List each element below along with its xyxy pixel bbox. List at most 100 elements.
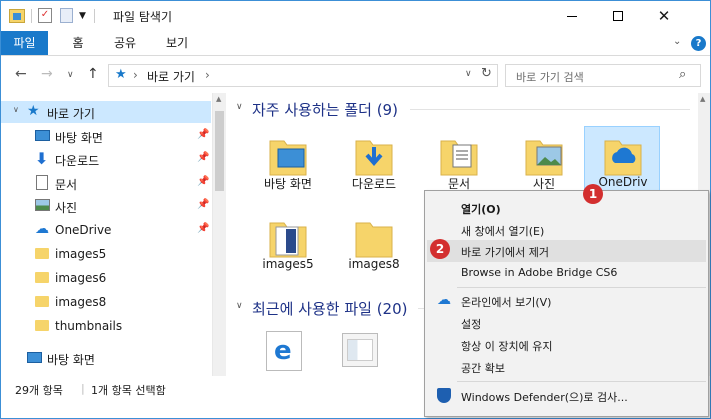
folder-tile-images8[interactable]: images8 xyxy=(336,209,412,291)
menu-item-remove-from-quick-access[interactable]: 바로 가기에서 제거 xyxy=(427,240,706,262)
folder-tile-images5[interactable]: images5 xyxy=(250,209,326,291)
nav-item-images8[interactable]: images8 xyxy=(1,291,211,313)
forward-arrow-icon[interactable]: → xyxy=(41,66,53,82)
address-bar[interactable]: ★ › 바로 가기 › ∨ ↻ xyxy=(108,64,498,87)
onedrive-icon: ☁ xyxy=(35,221,49,237)
folder-caption: images5 xyxy=(262,257,314,271)
recent-locations-icon[interactable]: ∨ xyxy=(67,70,74,80)
nav-item-thumbnails[interactable]: thumbnails xyxy=(1,315,211,337)
folder-caption: 다운로드 xyxy=(351,177,397,191)
close-button[interactable]: ✕ xyxy=(641,1,687,31)
desktop-icon xyxy=(27,352,42,363)
group-collapse-icon[interactable]: ∨ xyxy=(236,102,243,112)
desktop-folder-icon xyxy=(269,140,307,176)
menu-item-label: 열기(O) xyxy=(461,203,501,216)
nav-item-onedrive[interactable]: ☁ OneDrive 📌 xyxy=(1,219,211,241)
nav-item-documents[interactable]: 문서 📌 xyxy=(1,172,211,194)
minimize-button[interactable] xyxy=(549,1,595,31)
folder-tile-downloads[interactable]: 다운로드 xyxy=(336,127,412,209)
properties-icon[interactable]: ✓ xyxy=(38,8,52,23)
selection-count: 1개 항목 선택함 xyxy=(91,384,166,397)
collapse-chevron-icon[interactable]: ∨ xyxy=(13,105,19,114)
star-icon: ★ xyxy=(27,103,40,119)
help-icon[interactable]: ? xyxy=(691,36,706,51)
recent-file-screenshot[interactable] xyxy=(342,333,378,367)
navigation-pane: ∨ ★ 바로 가기 바탕 화면 📌 ⬇ 다운로드 📌 문서 📌 사진 📌 ☁ O… xyxy=(1,93,227,376)
tab-share[interactable]: 공유 xyxy=(107,31,143,55)
new-folder-icon[interactable] xyxy=(60,8,73,23)
nav-item-desktop[interactable]: 바탕 화면 📌 xyxy=(1,125,211,147)
breadcrumb-separator-icon: › xyxy=(133,68,138,82)
group-divider xyxy=(410,109,690,110)
window-title: 파일 탐색기 xyxy=(113,10,173,24)
refresh-icon[interactable]: ↻ xyxy=(481,66,492,81)
breadcrumb-chevron-icon[interactable]: › xyxy=(205,68,210,82)
folder-icon xyxy=(35,248,49,259)
nav-item-label: 문서 xyxy=(55,178,78,192)
menu-separator xyxy=(457,287,706,288)
recent-files-heading[interactable]: 최근에 사용한 파일 (20) xyxy=(252,298,408,319)
back-arrow-icon[interactable]: ← xyxy=(15,66,27,82)
tab-home[interactable]: 홈 xyxy=(63,31,93,55)
folder-icon xyxy=(35,296,49,307)
status-divider: | xyxy=(81,382,85,395)
menu-item-label: 공간 확보 xyxy=(461,362,505,375)
up-arrow-icon[interactable]: ↑ xyxy=(87,66,99,82)
menu-item-always-keep[interactable]: 항상 이 장치에 유지 xyxy=(427,334,706,356)
nav-item-downloads[interactable]: ⬇ 다운로드 📌 xyxy=(1,148,211,170)
nav-item-images5[interactable]: images5 xyxy=(1,243,211,265)
search-input[interactable]: 바로 가기 검색 ⌕ xyxy=(505,64,701,87)
minimize-icon xyxy=(567,15,577,17)
scroll-up-icon[interactable]: ▲ xyxy=(216,95,221,103)
scroll-up-icon[interactable]: ▲ xyxy=(700,95,705,103)
menu-item-settings[interactable]: 설정 xyxy=(427,312,706,334)
menu-item-adobe-bridge[interactable]: Browse in Adobe Bridge CS6 xyxy=(427,262,706,284)
breadcrumb-item[interactable]: 바로 가기 xyxy=(147,68,195,85)
group-collapse-icon[interactable]: ∨ xyxy=(236,301,243,311)
images8-folder-icon xyxy=(355,222,393,258)
menu-item-free-up-space[interactable]: 공간 확보 xyxy=(427,356,706,378)
pictures-folder-icon xyxy=(525,140,563,176)
maximize-icon xyxy=(613,11,623,21)
nav-item-label: images5 xyxy=(55,247,107,261)
menu-item-label: 새 창에서 열기(E) xyxy=(461,225,545,238)
tab-view[interactable]: 보기 xyxy=(159,31,195,55)
star-icon: ★ xyxy=(115,67,127,82)
nav-item-images6[interactable]: images6 xyxy=(1,267,211,289)
onedrive-folder-icon xyxy=(604,140,642,176)
nav-item-label: images6 xyxy=(55,271,107,285)
context-menu: 열기(O) 새 창에서 열기(E) 바로 가기에서 제거 Browse in A… xyxy=(424,190,709,417)
nav-item-desktop-root[interactable]: 바탕 화면 xyxy=(1,347,211,369)
nav-item-label: 바탕 화면 xyxy=(47,353,95,367)
tab-file[interactable]: 파일 xyxy=(1,31,48,55)
menu-item-windows-defender[interactable]: Windows Defender(으)로 검사... xyxy=(427,385,706,407)
folder-icon xyxy=(35,320,49,331)
frequent-folders-heading[interactable]: 자주 사용하는 폴더 (9) xyxy=(252,99,398,120)
quick-access-toolbar: ✓ ▼ xyxy=(9,8,95,23)
nav-item-quick-access[interactable]: ∨ ★ 바로 가기 xyxy=(1,101,211,123)
menu-item-label: 설정 xyxy=(461,318,482,331)
nav-item-label: OneDrive xyxy=(55,223,112,237)
item-count: 29개 항목 xyxy=(15,384,63,397)
menu-item-label: Windows Defender(으)로 검사... xyxy=(461,391,628,404)
maximize-button[interactable] xyxy=(595,1,641,31)
menu-item-view-online[interactable]: ☁ 온라인에서 보기(V) xyxy=(427,290,706,312)
menu-item-label: 항상 이 장치에 유지 xyxy=(461,340,553,353)
recent-file-edge-shortcut[interactable]: e xyxy=(266,331,302,371)
folder-caption: 바탕 화면 xyxy=(264,177,312,191)
navigation-bar: ← → ∨ ↑ ★ › 바로 가기 › ∨ ↻ 바로 가기 검색 ⌕ xyxy=(1,57,710,93)
expand-ribbon-icon[interactable]: ⌄ xyxy=(673,36,681,47)
nav-item-label: 다운로드 xyxy=(55,154,100,168)
menu-item-open[interactable]: 열기(O) xyxy=(427,197,706,219)
customize-toolbar-icon[interactable]: ▼ xyxy=(79,11,86,21)
edge-icon: e xyxy=(274,336,292,366)
folder-caption: images8 xyxy=(348,257,400,271)
scrollbar-thumb[interactable] xyxy=(215,111,224,191)
pin-icon: 📌 xyxy=(197,129,210,140)
navigation-scrollbar[interactable]: ▲ xyxy=(212,93,226,376)
nav-item-pictures[interactable]: 사진 📌 xyxy=(1,195,211,217)
pin-icon: 📌 xyxy=(197,176,210,187)
menu-item-open-new-window[interactable]: 새 창에서 열기(E) xyxy=(427,219,706,241)
address-dropdown-icon[interactable]: ∨ xyxy=(465,69,472,79)
folder-tile-desktop[interactable]: 바탕 화면 xyxy=(250,127,326,209)
